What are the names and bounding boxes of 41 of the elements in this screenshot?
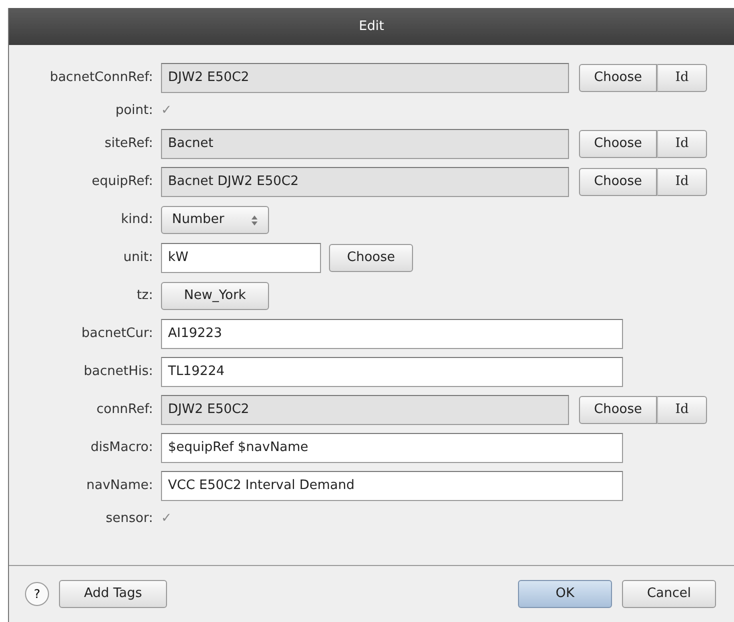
choose-button[interactable]: Choose	[579, 64, 657, 92]
timezone-button[interactable]: New_York	[161, 282, 269, 310]
field-label: bacnetHis:	[82, 363, 154, 382]
add-tags-button[interactable]: Add Tags	[59, 580, 167, 608]
field-label: siteRef:	[104, 135, 154, 154]
choose-button[interactable]: Choose	[579, 396, 657, 424]
ref-field[interactable]: Bacnet DJW2 E50C2	[161, 167, 569, 197]
field-label: point:	[114, 102, 154, 120]
cancel-button[interactable]: Cancel	[622, 580, 716, 608]
stepper-icon	[251, 214, 258, 226]
id-button[interactable]: Id	[657, 130, 707, 158]
text-field[interactable]: AI19223	[161, 319, 623, 349]
field-label: bacnetConnRef:	[48, 69, 154, 88]
field-label: navName:	[85, 477, 154, 496]
text-field[interactable]: TL19224	[161, 357, 623, 387]
checkmark-icon: ✓	[161, 101, 172, 121]
field-label: kind:	[120, 211, 154, 230]
ok-button[interactable]: OK	[518, 580, 612, 608]
id-button[interactable]: Id	[657, 396, 707, 424]
text-field[interactable]: kW	[161, 243, 321, 273]
ref-field[interactable]: DJW2 E50C2	[161, 395, 569, 425]
text-field[interactable]: $equipRef $navName	[161, 433, 623, 463]
help-button[interactable]: ?	[25, 582, 49, 606]
field-label: disMacro:	[90, 439, 154, 458]
ref-field[interactable]: Bacnet	[161, 129, 569, 159]
id-button[interactable]: Id	[657, 168, 707, 196]
window-title: Edit	[358, 18, 384, 36]
field-label: bacnetCur:	[80, 325, 154, 344]
field-label: unit:	[122, 249, 154, 268]
checkmark-icon: ✓	[161, 509, 172, 529]
field-label: tz:	[136, 287, 154, 306]
text-field[interactable]: VCC E50C2 Interval Demand	[161, 471, 623, 501]
field-label: sensor:	[104, 510, 154, 528]
kind-select[interactable]: Number	[161, 206, 269, 234]
field-label: equipRef:	[90, 173, 154, 192]
choose-button[interactable]: Choose	[579, 168, 657, 196]
choose-button[interactable]: Choose	[329, 244, 413, 272]
ref-field[interactable]: DJW2 E50C2	[161, 63, 569, 93]
field-label: connRef:	[95, 401, 154, 420]
id-button[interactable]: Id	[657, 64, 707, 92]
choose-button[interactable]: Choose	[579, 130, 657, 158]
